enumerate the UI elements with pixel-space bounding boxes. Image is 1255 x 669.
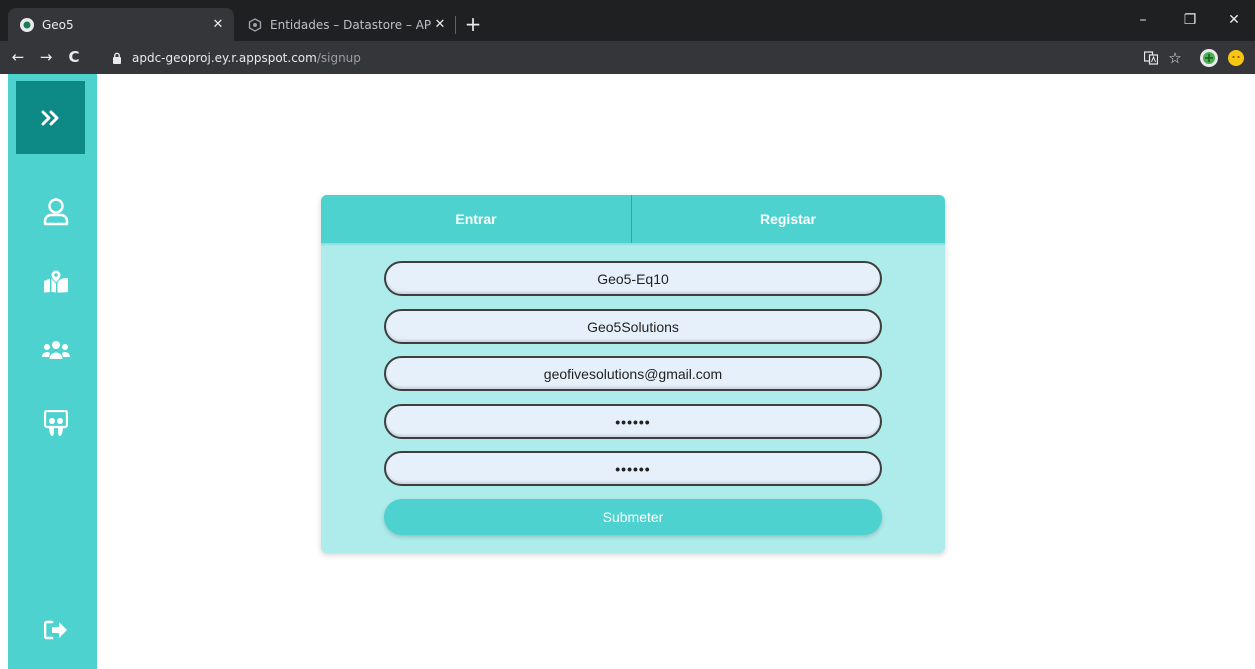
url-path: /signup (316, 51, 361, 65)
submit-button[interactable]: Submeter (384, 499, 882, 535)
cloud-console-favicon-icon (248, 17, 262, 32)
email-field[interactable]: geofivesolutions@gmail.com (384, 356, 882, 391)
bookmark-star-icon[interactable]: ☆ (1164, 47, 1186, 69)
sidebar-item-map[interactable] (40, 265, 72, 297)
tab-title: Entidades – Datastore – APDC- G (270, 17, 432, 32)
name-field[interactable]: Geo5Solutions (384, 309, 882, 344)
restore-button[interactable]: ❐ (1170, 6, 1210, 34)
minimize-button[interactable]: – (1123, 6, 1163, 34)
tabs-shadow (321, 243, 945, 246)
address-bar[interactable]: apdc-geoproj.ey.r.appspot.com/signup (110, 45, 1110, 71)
slideshare-icon (44, 410, 68, 436)
page-content: Entrar Registar Geo5-Eq10 Geo5Solutions … (0, 74, 1255, 669)
users-icon (42, 341, 70, 359)
user-icon (43, 198, 69, 226)
confirm-password-field[interactable]: •••••• (384, 451, 882, 486)
sign-out-icon (44, 620, 67, 640)
tab-datastore[interactable]: Entidades – Datastore – APDC- G ✕ (236, 8, 456, 41)
double-chevron-right-icon (41, 110, 58, 125)
auth-tabs: Entrar Registar (321, 195, 945, 243)
tab-geo5[interactable]: Geo5 ✕ (8, 8, 234, 41)
tab-login[interactable]: Entrar (321, 195, 632, 243)
tab-close-icon[interactable]: ✕ (432, 17, 448, 33)
new-tab-button[interactable]: + (460, 11, 486, 37)
translate-icon[interactable] (1140, 47, 1162, 69)
sidebar-item-presentations[interactable] (40, 408, 72, 440)
profile-avatar-icon[interactable] (1225, 47, 1247, 69)
tab-close-icon[interactable]: ✕ (210, 17, 226, 33)
password-field[interactable]: •••••• (384, 404, 882, 439)
extension-icon[interactable] (1198, 47, 1220, 69)
lock-icon (110, 51, 124, 65)
tab-divider (455, 16, 456, 34)
browser-toolbar: ← → C apdc-geoproj.ey.r.appspot.com/sign… (0, 41, 1255, 74)
username-field[interactable]: Geo5-Eq10 (384, 261, 882, 296)
sidebar-logout-button[interactable] (40, 614, 72, 646)
back-button[interactable]: ← (6, 45, 30, 69)
url-host: apdc-geoproj.ey.r.appspot.com (132, 51, 317, 65)
sidebar-item-profile[interactable] (40, 196, 72, 228)
tab-title: Geo5 (42, 17, 74, 32)
map-marker-icon (44, 269, 68, 293)
geo5-favicon-icon (20, 17, 34, 32)
signup-card: Entrar Registar Geo5-Eq10 Geo5Solutions … (321, 195, 945, 553)
forward-button[interactable]: → (34, 45, 58, 69)
sidebar-item-groups[interactable] (40, 334, 72, 366)
window-close-button[interactable]: ✕ (1214, 6, 1254, 34)
browser-tabstrip: Geo5 ✕ Entidades – Datastore – APDC- G ✕… (0, 0, 1255, 41)
tab-register[interactable]: Registar (632, 195, 944, 243)
reload-button[interactable]: C (62, 45, 86, 69)
sidebar-expand-button[interactable] (16, 81, 85, 154)
sidebar (8, 74, 97, 669)
